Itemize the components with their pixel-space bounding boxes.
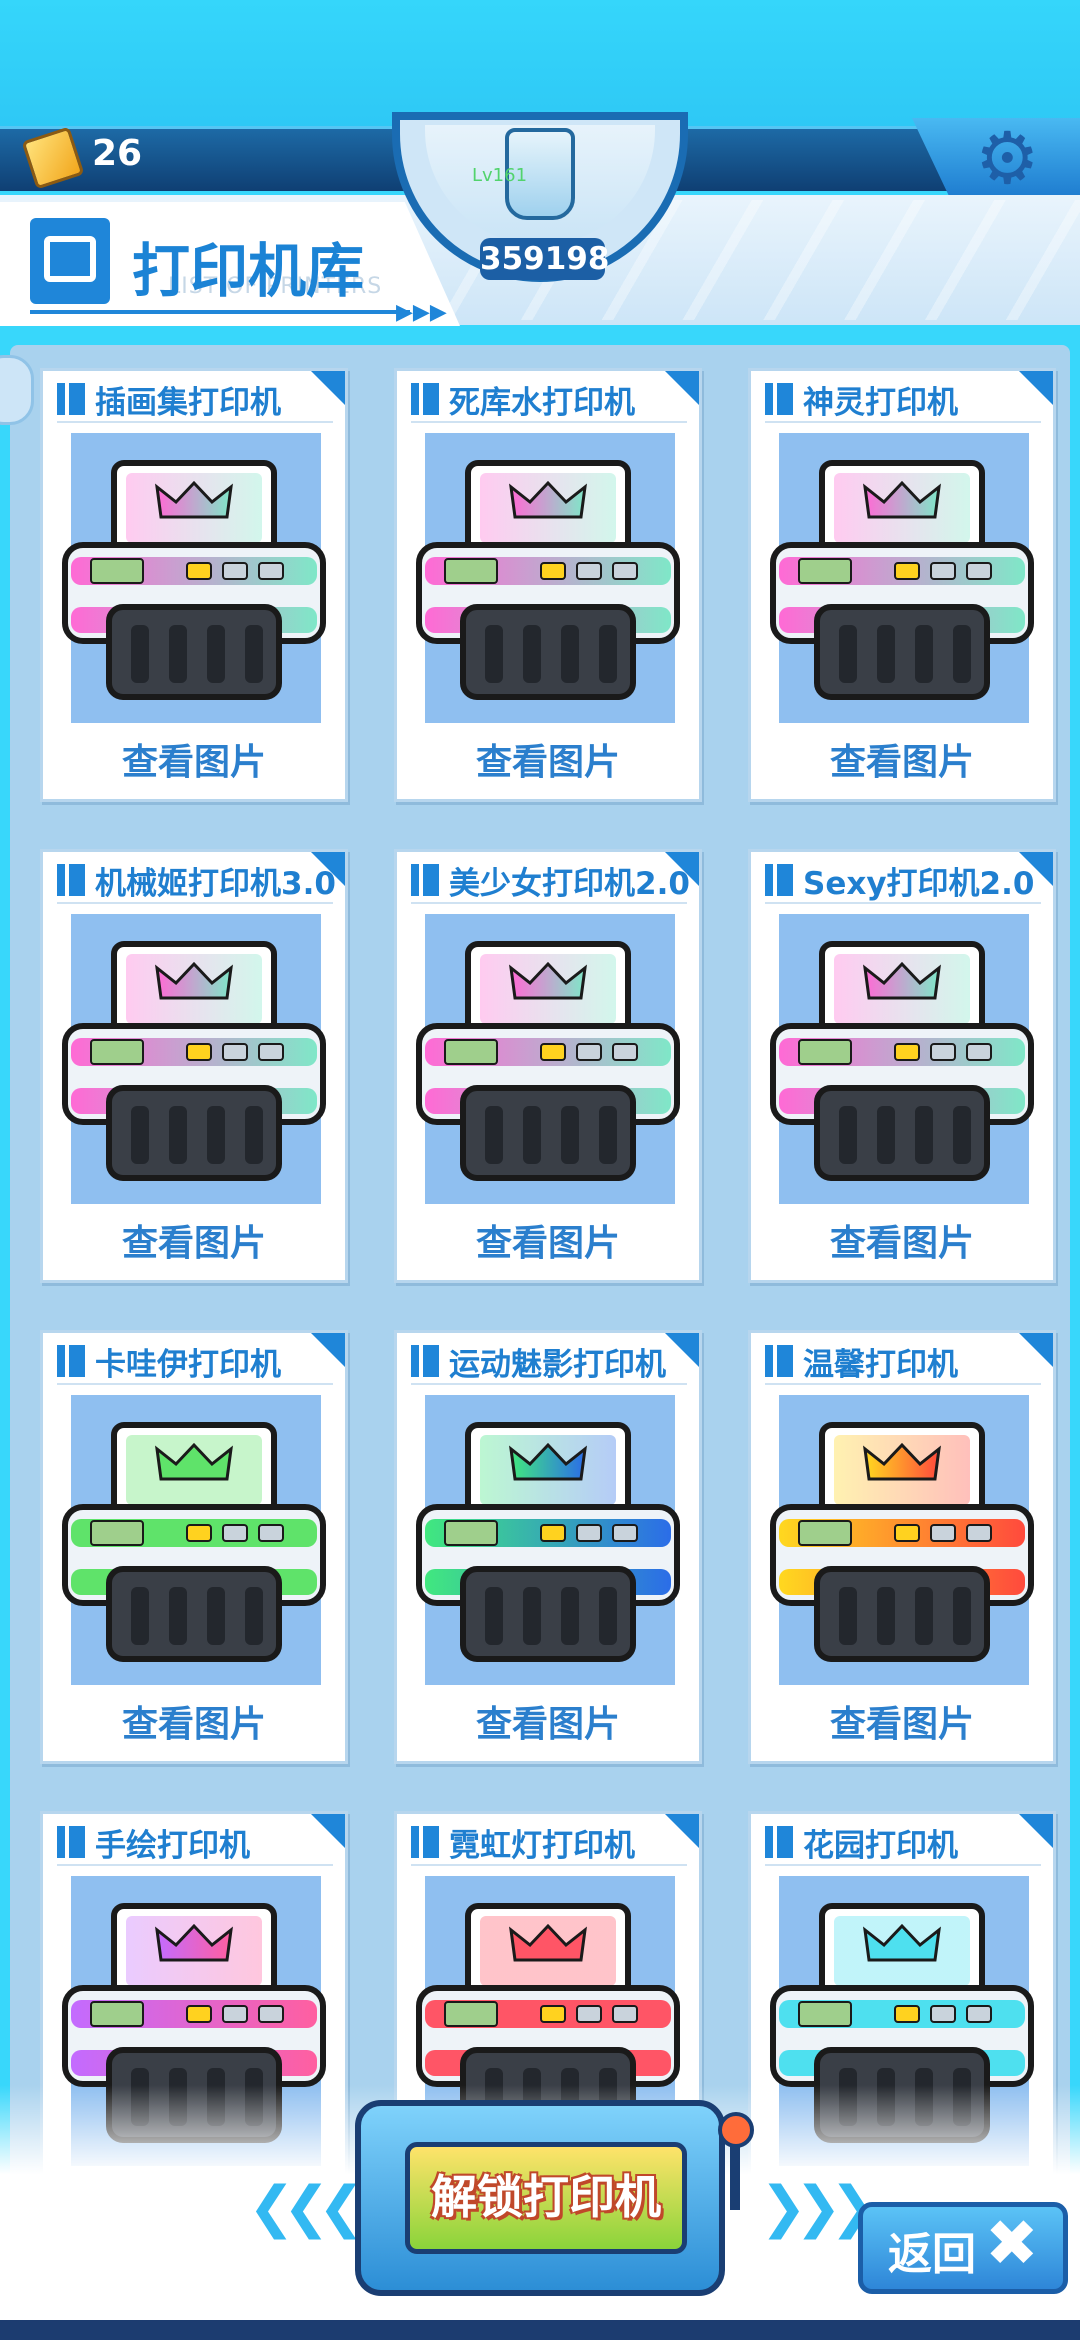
printer-art bbox=[770, 1395, 1034, 1685]
view-images-button[interactable]: 查看图片 bbox=[751, 733, 1053, 785]
printer-art bbox=[770, 433, 1034, 723]
lever-stick bbox=[730, 2140, 740, 2210]
chevron-left-icon: ❮❮❮ bbox=[248, 2175, 365, 2240]
unlock-printer-button[interactable]: 解锁打印机 bbox=[405, 2142, 687, 2254]
view-images-button[interactable]: 查看图片 bbox=[397, 1214, 699, 1266]
card-corner bbox=[665, 371, 699, 405]
card-divider bbox=[411, 902, 687, 904]
printer-icon bbox=[416, 460, 680, 700]
card-mark bbox=[411, 864, 439, 896]
printer-card[interactable]: 机械姬打印机3.0 查看图片 bbox=[40, 849, 348, 1283]
card-mark bbox=[411, 1826, 439, 1858]
card-corner bbox=[665, 1333, 699, 1367]
printer-icon bbox=[416, 941, 680, 1181]
arrow-icon: ▶▶▶ bbox=[396, 300, 447, 325]
back-label: 返回 bbox=[888, 2229, 976, 2280]
view-images-button[interactable]: 查看图片 bbox=[397, 1695, 699, 1747]
gear-icon: ⚙ bbox=[975, 116, 1040, 200]
card-divider bbox=[57, 902, 333, 904]
card-mark bbox=[411, 1345, 439, 1377]
printer-icon bbox=[770, 1422, 1034, 1662]
printer-art bbox=[62, 433, 326, 723]
card-divider bbox=[411, 421, 687, 423]
card-corner bbox=[311, 371, 345, 405]
view-images-button[interactable]: 查看图片 bbox=[751, 1695, 1053, 1747]
printer-name: Sexy打印机2.0 bbox=[803, 866, 1035, 902]
card-mark bbox=[57, 383, 85, 415]
view-images-button[interactable]: 查看图片 bbox=[43, 1214, 345, 1266]
card-divider bbox=[765, 902, 1041, 904]
card-mark bbox=[765, 1826, 793, 1858]
view-images-button[interactable]: 查看图片 bbox=[751, 1214, 1053, 1266]
card-divider bbox=[411, 1383, 687, 1385]
chevron-right-icon: ❯❯❯ bbox=[760, 2175, 877, 2240]
card-divider bbox=[765, 421, 1041, 423]
printer-card[interactable]: 美少女打印机2.0 查看图片 bbox=[394, 849, 702, 1283]
printer-name: 卡哇伊打印机 bbox=[95, 1347, 281, 1383]
printer-icon bbox=[770, 460, 1034, 700]
side-tab[interactable] bbox=[0, 355, 34, 425]
printer-art bbox=[770, 914, 1034, 1204]
printer-card[interactable]: 温馨打印机查看图片 bbox=[748, 1330, 1056, 1764]
card-corner bbox=[1019, 1814, 1053, 1848]
card-mark bbox=[57, 1826, 85, 1858]
printer-icon bbox=[30, 218, 110, 304]
card-corner bbox=[1019, 371, 1053, 405]
printer-name: 花园打印机 bbox=[803, 1828, 958, 1864]
view-images-button[interactable]: 查看图片 bbox=[397, 733, 699, 785]
printer-card[interactable]: 插画集打印机查看图片 bbox=[40, 368, 348, 802]
lever-knob[interactable] bbox=[718, 2112, 754, 2148]
card-corner bbox=[311, 1333, 345, 1367]
card-mark bbox=[765, 864, 793, 896]
printer-card[interactable]: 运动魅影打印机查看图片 bbox=[394, 1330, 702, 1764]
printer-name: 手绘打印机 bbox=[95, 1828, 250, 1864]
sky-background bbox=[0, 0, 1080, 130]
card-corner bbox=[1019, 1333, 1053, 1367]
printer-icon bbox=[770, 941, 1034, 1181]
currency-count: 26 bbox=[92, 133, 143, 174]
printer-card[interactable]: Sexy打印机2.0 查看图片 bbox=[748, 849, 1056, 1283]
printer-art bbox=[416, 914, 680, 1204]
view-images-button[interactable]: 查看图片 bbox=[43, 1695, 345, 1747]
card-mark bbox=[765, 1345, 793, 1377]
card-divider bbox=[765, 1864, 1041, 1866]
card-divider bbox=[57, 1864, 333, 1866]
printer-name: 霓虹灯打印机 bbox=[449, 1828, 635, 1864]
printer-art bbox=[62, 914, 326, 1204]
printer-card[interactable]: 卡哇伊打印机查看图片 bbox=[40, 1330, 348, 1764]
printer-name: 机械姬打印机3.0 bbox=[95, 866, 336, 902]
bottom-strip bbox=[0, 2320, 1080, 2340]
card-divider bbox=[57, 421, 333, 423]
printer-name: 温馨打印机 bbox=[803, 1347, 958, 1383]
card-mark bbox=[765, 383, 793, 415]
title-underline bbox=[30, 310, 410, 314]
printer-name: 死库水打印机 bbox=[449, 385, 635, 421]
printer-name: 运动魅影打印机 bbox=[449, 1347, 666, 1383]
printer-icon bbox=[62, 941, 326, 1181]
printer-card[interactable]: 死库水打印机查看图片 bbox=[394, 368, 702, 802]
card-corner bbox=[665, 1814, 699, 1848]
card-divider bbox=[57, 1383, 333, 1385]
badge-value: 359198 bbox=[480, 238, 609, 280]
badge-tag: Lv161 bbox=[472, 165, 528, 186]
page-title: 打印机库 bbox=[132, 237, 365, 305]
card-corner bbox=[311, 1814, 345, 1848]
close-icon: ✖ bbox=[985, 2207, 1039, 2281]
printer-name: 美少女打印机2.0 bbox=[449, 866, 690, 902]
card-divider bbox=[411, 1864, 687, 1866]
printer-icon bbox=[62, 1422, 326, 1662]
printer-icon bbox=[416, 1422, 680, 1662]
printer-card[interactable]: 神灵打印机查看图片 bbox=[748, 368, 1056, 802]
printer-icon bbox=[62, 460, 326, 700]
card-divider bbox=[765, 1383, 1041, 1385]
printer-name: 神灵打印机 bbox=[803, 385, 958, 421]
card-mark bbox=[57, 864, 85, 896]
card-mark bbox=[57, 1345, 85, 1377]
printer-art bbox=[62, 1395, 326, 1685]
printer-art bbox=[416, 433, 680, 723]
view-images-button[interactable]: 查看图片 bbox=[43, 733, 345, 785]
printer-art bbox=[416, 1395, 680, 1685]
card-mark bbox=[411, 383, 439, 415]
printer-name: 插画集打印机 bbox=[95, 385, 281, 421]
